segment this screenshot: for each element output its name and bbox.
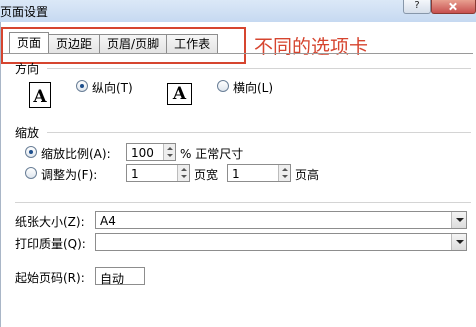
adjust-to-spinner[interactable]: 100 (126, 143, 176, 161)
adjust-to-label[interactable]: 缩放比例(A): (41, 145, 111, 162)
orientation-divider (47, 68, 471, 69)
pages-tall-value[interactable]: 1 (232, 167, 240, 181)
landscape-label[interactable]: 横向(L) (233, 79, 273, 96)
spinner-arrows-icon[interactable] (278, 165, 290, 181)
fit-to-label[interactable]: 调整为(F): (41, 166, 97, 183)
paper-divider (15, 202, 471, 203)
help-icon: ? (414, 0, 420, 11)
scaling-group-label: 缩放 (15, 126, 40, 140)
tab-sheet[interactable]: 工作表 (166, 34, 219, 54)
first-page-number-label: 起始页码(R): (15, 271, 85, 285)
paper-size-label: 纸张大小(Z): (15, 215, 85, 229)
first-page-number-input[interactable]: 自动 (95, 267, 145, 287)
fit-to-radio[interactable] (25, 167, 37, 179)
percent-normal-size-label: % 正常尺寸 (180, 147, 244, 161)
annotation-text: 不同的选项卡 (254, 36, 369, 58)
print-quality-label: 打印质量(Q): (15, 237, 86, 251)
tab-header-footer[interactable]: 页眉/页脚 (99, 34, 168, 54)
tab-content-border (3, 53, 473, 54)
title-bar: 页面设置 ? (0, 0, 476, 22)
paper-size-select[interactable]: A4 (95, 211, 467, 229)
pages-tall-label: 页高 (295, 168, 320, 182)
portrait-page-icon: A (29, 82, 53, 110)
landscape-radio[interactable] (217, 80, 229, 92)
portrait-label[interactable]: 纵向(T) (92, 79, 133, 96)
orientation-group-label: 方向 (15, 62, 40, 76)
close-button[interactable] (431, 0, 476, 14)
page-setup-dialog: 页面 页边距 页眉/页脚 工作表 不同的选项卡 方向 A 纵向(T) A 横向(… (0, 22, 476, 327)
spinner-arrows-icon[interactable] (163, 144, 175, 160)
portrait-radio[interactable] (76, 80, 88, 92)
paper-size-value[interactable]: A4 (100, 214, 116, 228)
window-title: 页面设置 (0, 5, 49, 19)
pages-wide-label: 页宽 (194, 168, 219, 182)
chevron-down-icon[interactable] (451, 212, 466, 228)
adjust-to-value[interactable]: 100 (131, 146, 154, 160)
landscape-page-icon: A (167, 83, 194, 107)
help-button[interactable]: ? (403, 0, 431, 14)
pages-wide-value[interactable]: 1 (131, 167, 139, 181)
tab-margins[interactable]: 页边距 (48, 34, 101, 54)
adjust-to-radio[interactable] (25, 146, 37, 158)
spinner-arrows-icon[interactable] (177, 165, 189, 181)
pages-tall-spinner[interactable]: 1 (227, 164, 291, 182)
first-page-number-value[interactable]: 自动 (100, 270, 124, 287)
chevron-down-icon[interactable] (451, 234, 466, 250)
tab-strip: 页面 页边距 页眉/页脚 工作表 (9, 32, 219, 54)
tab-page[interactable]: 页面 (9, 32, 50, 54)
scaling-divider (47, 132, 471, 133)
print-quality-select[interactable] (95, 233, 467, 251)
pages-wide-spinner[interactable]: 1 (126, 164, 190, 182)
